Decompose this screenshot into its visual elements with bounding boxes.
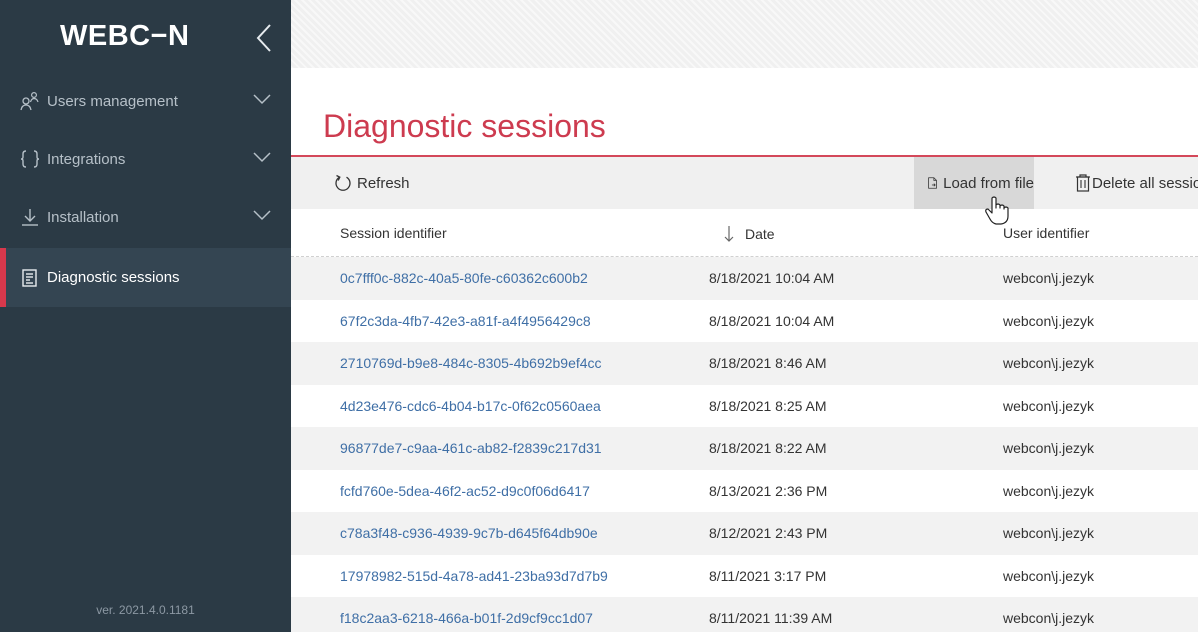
chevron-left-icon <box>256 24 271 52</box>
session-date: 8/13/2021 2:36 PM <box>709 482 828 499</box>
download-icon <box>19 206 41 228</box>
session-user: webcon\j.jezyk <box>1003 482 1095 499</box>
table-row[interactable]: 17978982-515d-4a78-ad41-23ba93d7d7b9 8/1… <box>291 554 1198 597</box>
sidebar-item-users-management[interactable]: Users management <box>0 72 291 130</box>
load-from-file-label: Load from file <box>943 174 1034 192</box>
session-date: 8/11/2021 3:17 PM <box>709 567 827 584</box>
sidebar-item-label: Integrations <box>47 150 126 168</box>
table-row[interactable]: f18c2aa3-6218-466a-b01f-2d9cf9cc1d07 8/1… <box>291 597 1198 632</box>
table-row[interactable]: fcfd760e-5dea-46f2-ac52-d9c0f06d6417 8/1… <box>291 469 1198 512</box>
sidebar-item-integrations[interactable]: Integrations <box>0 130 291 188</box>
session-id-link[interactable]: 17978982-515d-4a78-ad41-23ba93d7d7b9 <box>340 568 608 584</box>
sessions-table-body: 0c7fff0c-882c-40a5-80fe-c60362c600b2 8/1… <box>291 257 1198 632</box>
version-label: ver. 2021.4.0.1181 <box>96 603 195 617</box>
file-import-icon <box>928 177 937 189</box>
table-row[interactable]: 0c7fff0c-882c-40a5-80fe-c60362c600b2 8/1… <box>291 257 1198 300</box>
sort-descending-icon <box>724 226 734 242</box>
refresh-button[interactable]: Refresh <box>333 157 410 209</box>
chevron-down-icon <box>253 94 271 105</box>
table-row[interactable]: 2710769d-b9e8-484c-8305-4b692b9ef4cc 8/1… <box>291 342 1198 385</box>
chevron-down-icon <box>253 210 271 221</box>
sidebar-item-installation[interactable]: Installation <box>0 188 291 246</box>
session-date: 8/18/2021 8:25 AM <box>709 397 827 414</box>
delete-all-sessions-label: Delete all sessions <box>1092 174 1198 192</box>
sidebar-item-label: Users management <box>47 92 178 110</box>
session-user: webcon\j.jezyk <box>1003 525 1095 541</box>
table-row[interactable]: 4d23e476-cdc6-4b04-b17c-0f62c0560aea 8/1… <box>291 384 1198 427</box>
session-date: 8/18/2021 8:22 AM <box>709 440 827 456</box>
table-row[interactable]: c78a3f48-c936-4939-9c7b-d645f64db90e 8/1… <box>291 512 1198 555</box>
table-row[interactable]: 96877de7-c9aa-461c-ab82-f2839c217d31 8/1… <box>291 427 1198 470</box>
session-id-link[interactable]: fcfd760e-5dea-46f2-ac52-d9c0f06d6417 <box>340 483 590 499</box>
session-id-link[interactable]: f18c2aa3-6218-466a-b01f-2d9cf9cc1d07 <box>340 610 593 626</box>
sidebar: WEBC−N Users management Integrations Ins… <box>0 0 291 632</box>
session-date: 8/18/2021 10:04 AM <box>709 270 835 286</box>
page-title: Diagnostic sessions <box>323 108 606 144</box>
toolbar: Refresh Load from file Delete all sessio… <box>291 157 1198 209</box>
session-user: webcon\j.jezyk <box>1003 610 1095 626</box>
session-id-link[interactable]: 96877de7-c9aa-461c-ab82-f2839c217d31 <box>340 440 602 456</box>
session-user: webcon\j.jezyk <box>1003 312 1095 329</box>
column-header-session-identifier[interactable]: Session identifier <box>340 225 447 241</box>
load-from-file-button[interactable]: Load from file <box>914 157 1034 209</box>
table-header: Session identifier Date User identifier <box>291 209 1198 257</box>
braces-icon <box>19 148 41 170</box>
session-user: webcon\j.jezyk <box>1003 355 1095 371</box>
users-icon <box>19 90 41 112</box>
session-id-link[interactable]: c78a3f48-c936-4939-9c7b-d645f64db90e <box>340 525 598 541</box>
column-header-user-identifier[interactable]: User identifier <box>1003 225 1089 241</box>
session-user: webcon\j.jezyk <box>1003 270 1095 286</box>
session-id-link[interactable]: 0c7fff0c-882c-40a5-80fe-c60362c600b2 <box>340 270 588 286</box>
main-content: Diagnostic sessions Refresh Load from fi… <box>291 68 1198 632</box>
chevron-down-icon <box>253 152 271 163</box>
brand-header: WEBC−N <box>0 0 291 72</box>
session-user: webcon\j.jezyk <box>1003 397 1095 414</box>
trash-icon <box>1076 174 1090 192</box>
refresh-icon <box>335 174 351 191</box>
refresh-label: Refresh <box>357 174 410 192</box>
delete-all-sessions-button[interactable]: Delete all sessions <box>1042 157 1198 209</box>
session-date: 8/18/2021 8:46 AM <box>709 355 827 371</box>
sidebar-nav: Users management Integrations Installati… <box>0 72 291 307</box>
sidebar-item-diagnostic-sessions[interactable]: Diagnostic sessions <box>0 248 291 307</box>
sidebar-item-label: Installation <box>47 208 119 226</box>
webcon-logo[interactable]: WEBC−N <box>60 20 189 53</box>
session-id-link[interactable]: 2710769d-b9e8-484c-8305-4b692b9ef4cc <box>340 355 602 371</box>
session-user: webcon\j.jezyk <box>1003 440 1095 456</box>
session-id-link[interactable]: 67f2c3da-4fb7-42e3-a81f-a4f4956429c8 <box>340 313 591 329</box>
session-id-link[interactable]: 4d23e476-cdc6-4b04-b17c-0f62c0560aea <box>340 398 601 414</box>
session-date: 8/18/2021 10:04 AM <box>709 312 835 329</box>
sidebar-item-label: Diagnostic sessions <box>47 269 180 286</box>
logo-text: WEBC−N <box>60 20 190 52</box>
table-row[interactable]: 67f2c3da-4fb7-42e3-a81f-a4f4956429c8 8/1… <box>291 299 1198 342</box>
session-date: 8/12/2021 2:43 PM <box>709 525 828 541</box>
session-date: 8/11/2021 11:39 AM <box>709 610 833 626</box>
column-header-date[interactable]: Date <box>723 225 775 243</box>
top-bar <box>291 0 1198 68</box>
collapse-sidebar-button[interactable] <box>252 22 276 54</box>
report-icon <box>19 267 41 289</box>
session-user: webcon\j.jezyk <box>1003 567 1095 584</box>
